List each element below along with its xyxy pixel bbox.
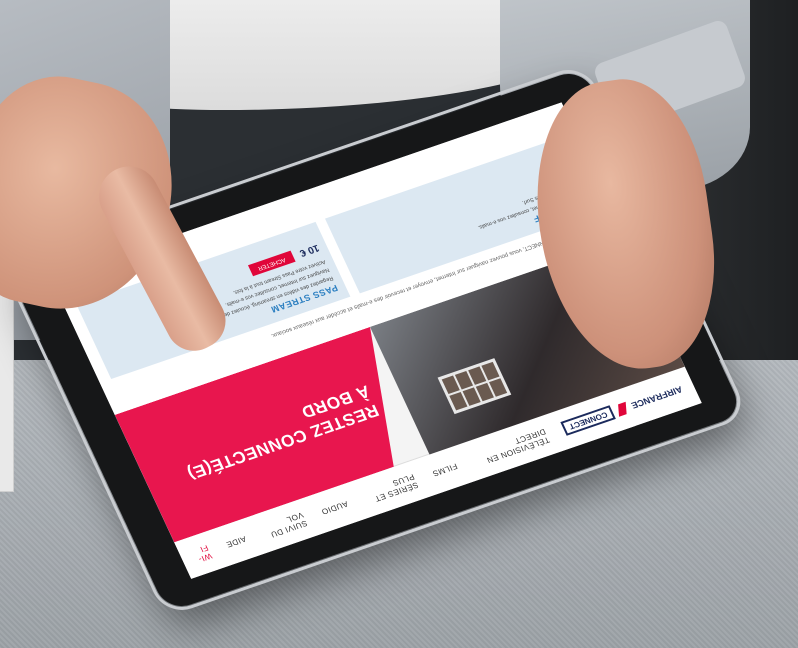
nav-item-wifi[interactable]: WI-FI	[190, 543, 214, 565]
brand-slash-icon	[618, 401, 627, 417]
nav-item-films[interactable]: FILMS	[431, 462, 459, 479]
pass-price: 10 €	[297, 242, 321, 259]
hero-thumbnail-grid	[437, 358, 512, 415]
photo-scene: AIRFRANCE CONNECT TÉLÉVISION EN DIRECT F…	[0, 0, 798, 648]
brand-name: AIRFRANCE	[629, 384, 685, 411]
nav-item-audio[interactable]: AUDIO	[320, 500, 350, 517]
brand-logo-text: CONNECT	[560, 405, 617, 437]
nav-item-flight-tracking[interactable]: SUIVI DU VOL	[259, 510, 309, 541]
nav-item-series[interactable]: SÉRIES ET PLUS	[361, 472, 420, 506]
nav-item-help[interactable]: AIDE	[225, 535, 248, 550]
